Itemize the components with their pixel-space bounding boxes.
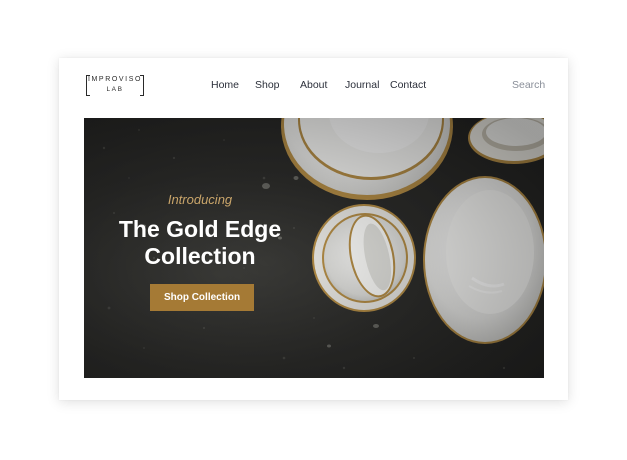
hero-banner: Introducing The Gold Edge Collection Sho… bbox=[84, 118, 544, 378]
logo-line-1: IMPROVISO bbox=[87, 76, 143, 83]
logo-line-2: LAB bbox=[106, 86, 124, 93]
brand-logo[interactable]: IMPROVISO LAB bbox=[86, 75, 144, 96]
logo-bracket-right bbox=[140, 75, 144, 96]
nav-home[interactable]: Home bbox=[211, 79, 239, 91]
hero-title: The Gold Edge Collection bbox=[84, 216, 316, 270]
shop-collection-button[interactable]: Shop Collection bbox=[150, 284, 254, 311]
hero-title-line-1: The Gold Edge bbox=[118, 216, 282, 242]
search-link[interactable]: Search bbox=[512, 79, 545, 91]
website-window: IMPROVISO LAB Home Shop About Journal Co… bbox=[59, 58, 568, 400]
hero-intro: Introducing bbox=[167, 192, 233, 207]
nav-contact[interactable]: Contact bbox=[390, 79, 426, 91]
nav-about[interactable]: About bbox=[300, 79, 327, 91]
nav-shop[interactable]: Shop bbox=[255, 79, 280, 91]
nav-journal[interactable]: Journal bbox=[345, 79, 379, 91]
hero-title-line-2: Collection bbox=[144, 243, 256, 269]
